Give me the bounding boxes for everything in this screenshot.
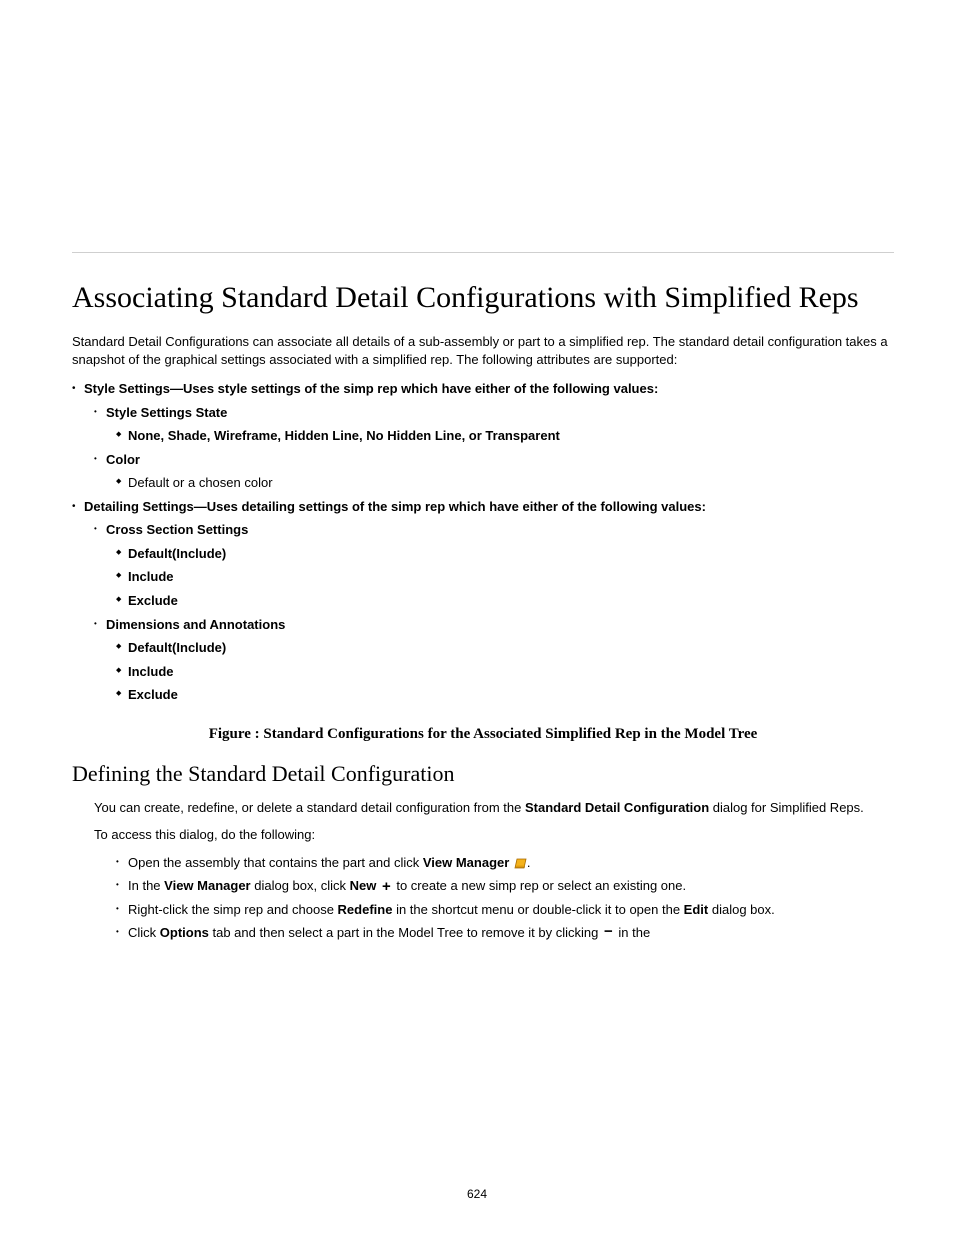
list-item: Exclude	[72, 686, 894, 704]
page-title: Associating Standard Detail Configuratio…	[72, 281, 894, 315]
view-manager-icon	[513, 856, 527, 870]
list-item: None, Shade, Wireframe, Hidden Line, No …	[72, 427, 894, 445]
steps-list: Open the assembly that contains the part…	[94, 854, 874, 942]
list-item: Default(Include)	[72, 639, 894, 657]
list-item: Exclude	[72, 592, 894, 610]
divider-rule	[72, 252, 894, 253]
list-item: Style Settings State	[72, 404, 894, 422]
list-item: Dimensions and Annotations	[72, 616, 894, 634]
list-item: Right-click the simp rep and choose Rede…	[94, 901, 874, 919]
list-item: Default or a chosen color	[72, 474, 894, 492]
list-item: Style Settings—Uses style settings of th…	[72, 380, 894, 398]
section-heading: Defining the Standard Detail Configurati…	[72, 761, 894, 787]
minus-icon: −	[602, 927, 615, 937]
list-item: Include	[72, 663, 894, 681]
body-text: You can create, redefine, or delete a st…	[94, 799, 874, 817]
list-item: Click Options tab and then select a part…	[94, 924, 874, 942]
list-item: In the View Manager dialog box, click Ne…	[94, 877, 874, 895]
plus-icon: +	[380, 881, 393, 893]
list-item: Default(Include)	[72, 545, 894, 563]
attributes-list: Style Settings—Uses style settings of th…	[72, 380, 894, 704]
list-item: Open the assembly that contains the part…	[94, 854, 874, 872]
list-item: Detailing Settings—Uses detailing settin…	[72, 498, 894, 516]
list-item: Color	[72, 451, 894, 469]
list-item: Include	[72, 568, 894, 586]
intro-paragraph: Standard Detail Configurations can assoc…	[72, 333, 894, 368]
figure-caption: Figure : Standard Configurations for the…	[72, 726, 894, 743]
page-number: 624	[0, 1187, 954, 1201]
body-text: To access this dialog, do the following:	[94, 826, 874, 844]
list-item: Cross Section Settings	[72, 521, 894, 539]
